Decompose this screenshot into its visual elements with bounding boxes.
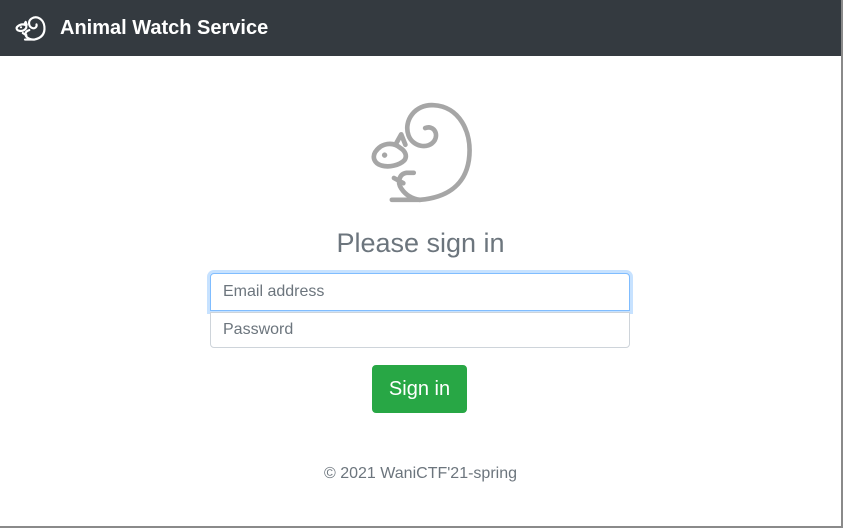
copyright-footer: © 2021 WaniCTF'21-spring (324, 465, 517, 482)
password-field[interactable] (210, 312, 630, 348)
squirrel-icon (371, 102, 472, 203)
squirrel-icon[interactable] (12, 10, 48, 46)
sign-in-button[interactable]: Sign in (372, 365, 467, 413)
navbar: Animal Watch Service (0, 0, 841, 56)
page-title: Please sign in (336, 228, 505, 258)
email-field[interactable] (210, 273, 630, 311)
browser-viewport: Animal Watch Service Please sign in Sign… (0, 0, 843, 528)
brand-title[interactable]: Animal Watch Service (60, 16, 268, 40)
